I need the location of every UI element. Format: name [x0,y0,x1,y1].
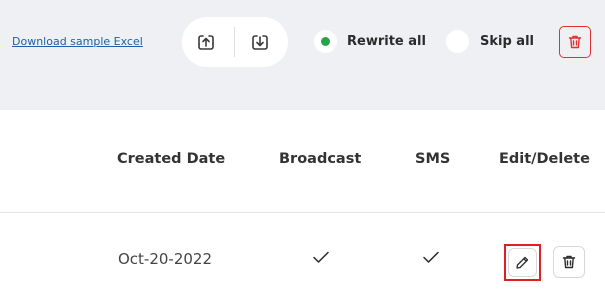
header-broadcast[interactable]: Broadcast [279,151,361,167]
trash-icon [562,255,576,269]
trash-icon [568,35,582,49]
pencil-icon [516,256,529,269]
import-toolbar: Download sample Excel Rewrite all Skip a… [0,0,605,110]
row-divider [0,212,605,213]
edit-button[interactable] [504,244,541,281]
delete-row-button[interactable] [553,246,585,278]
rewrite-all-label[interactable]: Rewrite all [347,34,426,49]
skip-all-label[interactable]: Skip all [480,34,534,49]
skip-all-radio[interactable] [446,30,469,53]
broadcast-check-icon [313,251,329,263]
header-sms[interactable]: SMS [415,151,450,167]
header-edit-delete: Edit/Delete [499,151,590,167]
button-divider [234,27,235,57]
header-created-date[interactable]: Created Date [117,151,225,167]
sms-check-icon [423,251,439,263]
upload-icon [198,35,214,50]
created-date-cell: Oct-20-2022 [118,250,213,268]
download-sample-link[interactable]: Download sample Excel [12,35,143,48]
upload-button[interactable] [192,28,220,56]
download-icon [252,35,268,50]
radio-selected-dot [321,37,330,46]
rewrite-all-radio[interactable] [314,30,337,53]
download-button[interactable] [246,28,274,56]
edit-button-inner [508,248,537,277]
import-export-group [182,17,288,67]
delete-all-button[interactable] [559,26,591,58]
